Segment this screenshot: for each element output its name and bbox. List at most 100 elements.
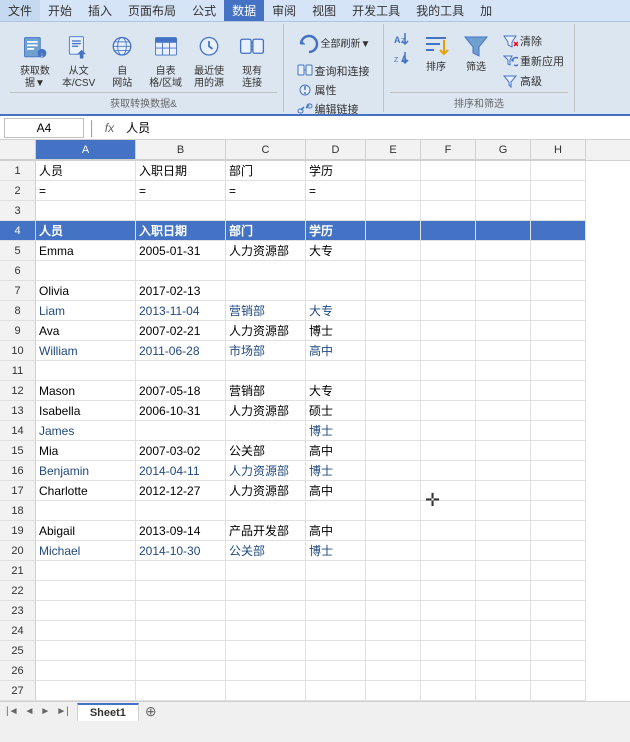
cell-r4c7[interactable] [476,221,531,241]
cell-r7c6[interactable] [421,281,476,301]
cell-r27c2[interactable] [136,681,226,701]
cell-r7c3[interactable] [226,281,306,301]
cell-r1c2[interactable]: 入职日期 [136,161,226,181]
cell-r20c8[interactable] [531,541,586,561]
cell-r2c4[interactable]: = [306,181,366,201]
cell-r17c6[interactable] [421,481,476,501]
cell-r12c2[interactable]: 2007-05-18 [136,381,226,401]
cell-r11c5[interactable] [366,361,421,381]
row-header-21[interactable]: 21 [0,561,36,581]
from-text-btn[interactable]: 从文本/CSV [58,30,99,92]
cell-r23c2[interactable] [136,601,226,621]
cell-r24c4[interactable] [306,621,366,641]
cell-r9c8[interactable] [531,321,586,341]
cell-r10c3[interactable]: 市场部 [226,341,306,361]
cell-r3c7[interactable] [476,201,531,221]
cell-r4c2[interactable]: 入职日期 [136,221,226,241]
cell-r10c2[interactable]: 2011-06-28 [136,341,226,361]
from-table-btn[interactable]: 自表格/区域 [145,30,186,92]
cell-r19c4[interactable]: 高中 [306,521,366,541]
cell-r21c8[interactable] [531,561,586,581]
cell-r24c6[interactable] [421,621,476,641]
cell-r14c7[interactable] [476,421,531,441]
cell-r12c6[interactable] [421,381,476,401]
cell-r17c7[interactable] [476,481,531,501]
cell-r15c4[interactable]: 高中 [306,441,366,461]
cell-r21c1[interactable] [36,561,136,581]
cell-r7c8[interactable] [531,281,586,301]
cell-r7c2[interactable]: 2017-02-13 [136,281,226,301]
cell-r1c1[interactable]: 人员 [36,161,136,181]
cell-r21c5[interactable] [366,561,421,581]
cell-r20c3[interactable]: 公关部 [226,541,306,561]
cell-r9c4[interactable]: 博士 [306,321,366,341]
row-header-27[interactable]: 27 [0,681,36,701]
cell-r20c4[interactable]: 博士 [306,541,366,561]
cell-r12c5[interactable] [366,381,421,401]
cell-r16c6[interactable] [421,461,476,481]
cell-r11c1[interactable] [36,361,136,381]
cell-r2c8[interactable] [531,181,586,201]
formula-input[interactable] [122,118,626,138]
cell-r5c6[interactable] [421,241,476,261]
reapply-btn[interactable]: 重新应用 [498,52,568,70]
cell-r14c2[interactable] [136,421,226,441]
cell-r8c5[interactable] [366,301,421,321]
cell-r1c8[interactable] [531,161,586,181]
menu-view[interactable]: 视图 [304,0,344,21]
cell-r18c8[interactable] [531,501,586,521]
cell-r4c5[interactable] [366,221,421,241]
sort-za-btn[interactable]: ZA [390,49,414,67]
cell-r13c7[interactable] [476,401,531,421]
col-header-c[interactable]: C [226,140,306,160]
cell-r14c8[interactable] [531,421,586,441]
cell-r7c7[interactable] [476,281,531,301]
cell-r14c4[interactable]: 博士 [306,421,366,441]
row-header-2[interactable]: 2 [0,181,36,201]
cell-r24c3[interactable] [226,621,306,641]
cell-r20c1[interactable]: Michael [36,541,136,561]
menu-formula[interactable]: 公式 [184,0,224,21]
cell-r6c4[interactable] [306,261,366,281]
row-header-18[interactable]: 18 [0,501,36,521]
cell-r21c3[interactable] [226,561,306,581]
cell-r27c5[interactable] [366,681,421,701]
cell-r13c6[interactable] [421,401,476,421]
row-header-12[interactable]: 12 [0,381,36,401]
cell-r17c2[interactable]: 2012-12-27 [136,481,226,501]
cell-r27c7[interactable] [476,681,531,701]
clear-btn[interactable]: 清除 [498,32,568,50]
cell-r27c6[interactable] [421,681,476,701]
cell-r26c7[interactable] [476,661,531,681]
cell-r11c3[interactable] [226,361,306,381]
cell-r10c6[interactable] [421,341,476,361]
row-header-14[interactable]: 14 [0,421,36,441]
cell-r3c3[interactable] [226,201,306,221]
sheet-tab-1[interactable]: Sheet1 [77,703,139,721]
cell-reference[interactable] [4,118,84,138]
cell-r25c4[interactable] [306,641,366,661]
cell-r27c4[interactable] [306,681,366,701]
menu-layout[interactable]: 页面布局 [120,0,184,21]
cell-r26c6[interactable] [421,661,476,681]
cell-r18c6[interactable] [421,501,476,521]
cell-r26c4[interactable] [306,661,366,681]
cell-r22c7[interactable] [476,581,531,601]
cell-r11c2[interactable] [136,361,226,381]
col-header-b[interactable]: B [136,140,226,160]
cell-r1c6[interactable] [421,161,476,181]
query-connect-btn[interactable]: 查询和连接 [293,62,374,80]
cell-r3c5[interactable] [366,201,421,221]
row-header-7[interactable]: 7 [0,281,36,301]
cell-r12c7[interactable] [476,381,531,401]
cell-r7c1[interactable]: Olivia [36,281,136,301]
cell-r8c6[interactable] [421,301,476,321]
cell-r4c3[interactable]: 部门 [226,221,306,241]
cell-r10c5[interactable] [366,341,421,361]
cell-r2c6[interactable] [421,181,476,201]
row-header-17[interactable]: 17 [0,481,36,501]
cell-r22c8[interactable] [531,581,586,601]
cell-r26c5[interactable] [366,661,421,681]
cell-r19c2[interactable]: 2013-09-14 [136,521,226,541]
cell-r8c1[interactable]: Liam [36,301,136,321]
